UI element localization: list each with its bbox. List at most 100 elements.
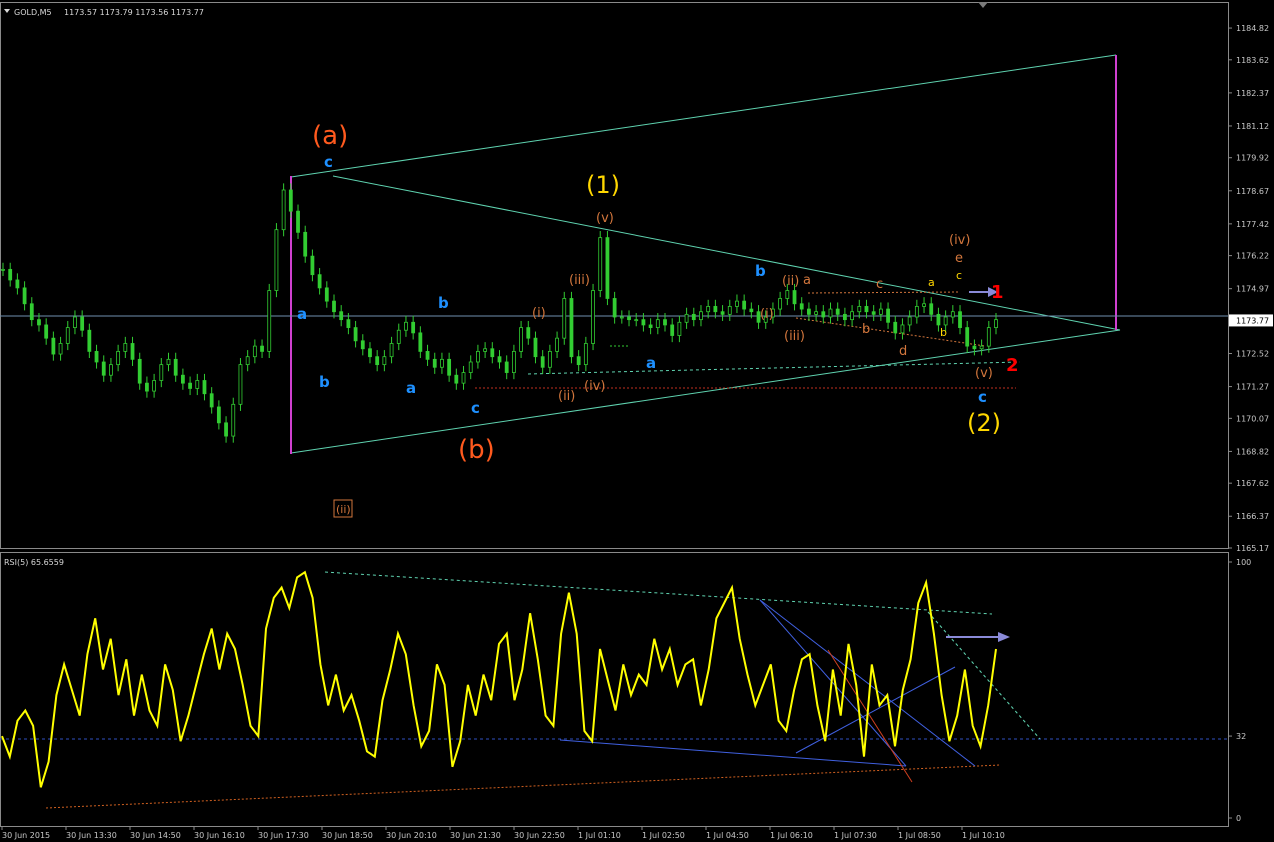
price-tick-label: 1176.22 — [1236, 252, 1269, 261]
candle-body — [296, 210, 300, 233]
candle-body — [418, 332, 423, 352]
candle-body — [979, 345, 984, 350]
candle-body — [8, 268, 13, 281]
rsi-axis: 100 32 0 — [1228, 558, 1251, 823]
candle-body — [914, 306, 919, 318]
wave-label-a-right: a — [646, 354, 656, 372]
candle-body — [742, 300, 747, 310]
triangle-upper-line[interactable] — [332, 175, 1121, 331]
price-pane-frame — [0, 2, 1229, 549]
candle-body — [1, 268, 5, 271]
candle-body — [713, 306, 718, 313]
candle-body — [37, 319, 41, 326]
candle-body — [699, 311, 703, 321]
triangle-bottom-dashed[interactable] — [795, 317, 986, 347]
price-tick-label: 1168.82 — [1236, 447, 1269, 456]
price-tick-label: 1171.27 — [1236, 383, 1269, 392]
candle-body — [353, 327, 358, 342]
candle-body — [727, 306, 732, 315]
candle-body — [828, 308, 833, 318]
rsi-blue-line-1[interactable] — [559, 739, 907, 767]
candle-body — [238, 364, 243, 405]
wave-label-i-left: (i) — [532, 306, 546, 321]
price-pane[interactable]: GOLD,M5 1173.57 1173.79 1173.56 1173.77 — [0, 2, 1229, 549]
rsi-pane-frame — [0, 552, 1229, 827]
candle-body — [425, 350, 430, 360]
dashed-lower-channel[interactable] — [527, 361, 1021, 375]
time-tick-label: 1 Jul 08:50 — [898, 831, 941, 840]
candle-body — [483, 348, 488, 352]
candle-body — [850, 311, 854, 321]
time-tick-label: 30 Jun 17:30 — [258, 831, 309, 840]
trading-chart-canvas[interactable]: GOLD,M5 1173.57 1173.79 1173.56 1173.77 … — [0, 0, 1274, 842]
dropdown-triangle-icon[interactable] — [4, 9, 10, 13]
time-tick-label: 1 Jul 07:30 — [834, 831, 877, 840]
candle-body — [684, 313, 689, 323]
wave-label-ii-right: (ii) — [782, 274, 799, 289]
candle-body — [123, 343, 128, 352]
channel-upper-line[interactable] — [290, 54, 1117, 178]
wave-label-e-small: e — [955, 251, 963, 266]
candle-body — [900, 324, 905, 334]
time-tick-label: 30 Jun 16:10 — [194, 831, 245, 840]
rsi-drawings[interactable] — [0, 571, 1228, 809]
rsi-upper-dashed[interactable] — [324, 571, 993, 615]
candle-body — [504, 361, 509, 373]
wave-label-c-small: c — [876, 277, 883, 292]
candle-body — [411, 321, 416, 334]
chart-window: GOLD,M5 1173.57 1173.79 1173.56 1173.77 … — [0, 0, 1274, 842]
candle-body — [166, 358, 171, 366]
price-tick-label: 1166.37 — [1236, 512, 1269, 521]
candle-body — [612, 298, 617, 318]
candle-body — [576, 356, 581, 366]
candle-body — [65, 327, 70, 344]
wave-label-iii-top: (iii) — [569, 273, 590, 288]
wave-label-1-red: 1 — [991, 282, 1004, 303]
wave-label-b-left: b — [319, 373, 330, 391]
candle-body — [468, 361, 473, 373]
rsi-lower-dashed[interactable] — [45, 764, 1001, 809]
candle-body — [720, 311, 725, 315]
candle-body — [22, 287, 27, 305]
price-tick-label: 1182.37 — [1236, 89, 1269, 98]
wave-label-c-tiny: c — [956, 269, 962, 282]
candle-body — [792, 290, 797, 305]
candle-body — [627, 316, 631, 321]
candle-body — [332, 300, 336, 313]
candle-body — [936, 313, 941, 326]
time-tick-label: 1 Jul 02:50 — [642, 831, 685, 840]
candle-body — [310, 255, 315, 276]
triangle-top-dashed[interactable] — [807, 291, 961, 294]
wave-label-a-tiny: a — [928, 276, 935, 289]
candle-body — [864, 306, 869, 313]
rsi-blue-line-2[interactable] — [759, 599, 907, 767]
candle-body — [15, 279, 20, 289]
candle-body — [526, 327, 531, 339]
candle-body — [101, 361, 106, 376]
candle-body — [663, 319, 667, 326]
wave-label-iv-right: (iv) — [949, 233, 970, 248]
candle-body — [324, 287, 329, 302]
trendline-drawings[interactable] — [0, 54, 1228, 454]
candle-body — [605, 237, 610, 299]
candle-body — [735, 300, 739, 307]
candle-body — [51, 337, 56, 355]
price-tick-label: 1178.67 — [1236, 187, 1269, 196]
rsi-blue-line-3[interactable] — [759, 599, 976, 767]
candle-body — [224, 422, 228, 437]
candle-body — [641, 319, 646, 326]
candle-body — [368, 348, 372, 358]
chart-shift-icon[interactable] — [978, 2, 988, 8]
rsi-pane[interactable]: RSI(5) 65.6559 — [0, 552, 1229, 827]
candle-body — [339, 311, 344, 321]
price-tick-label: 1174.97 — [1236, 285, 1269, 294]
candle-body — [540, 356, 545, 368]
candle-body — [648, 324, 653, 328]
candle-body — [706, 306, 711, 313]
candle-body — [814, 311, 819, 315]
candle-body — [922, 303, 926, 307]
ohlc-values: 1173.57 1173.79 1173.56 1173.77 — [64, 8, 204, 17]
candle-body — [375, 356, 380, 366]
candle-body — [274, 229, 279, 291]
candle-body — [58, 343, 63, 355]
